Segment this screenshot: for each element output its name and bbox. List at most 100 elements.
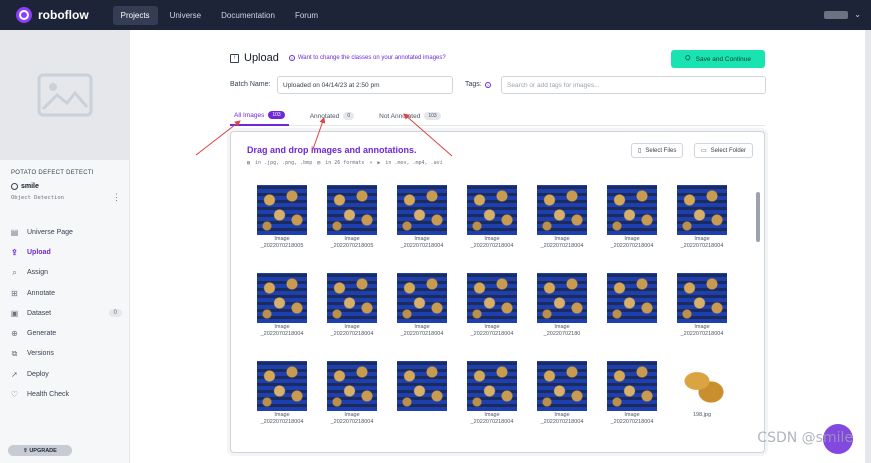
image-caption: Image _2022070218004 [315, 324, 389, 338]
image-caption-line: Image [484, 324, 500, 330]
dataset-count-badge: 0 [108, 309, 122, 318]
project-name: POTATO DEFECT DETECTI [11, 170, 94, 176]
image-caption: Image _2022070218004 [455, 324, 529, 338]
sidebar-item-label: Annotate [27, 289, 56, 297]
image-tile[interactable]: Image _2022070218005 [245, 182, 315, 270]
image-caption-line: _2022070218004 [260, 419, 304, 425]
nav-documentation[interactable]: Documentation [213, 6, 283, 25]
image-caption-line: _2022070218004 [680, 331, 724, 337]
select-files-button[interactable]: ▯ Select Files [631, 143, 684, 158]
image-caption-line: Image [274, 324, 290, 330]
image-caption-line: Image [694, 236, 710, 242]
image-caption-line: Image [554, 412, 570, 418]
image-tile[interactable]: Image _2022070218004 [245, 270, 315, 358]
separator-icon: » [369, 160, 373, 166]
image-caption-line: Image [274, 412, 290, 418]
image-tile[interactable] [385, 358, 455, 446]
image-tile[interactable]: Image _2022070218004 [455, 358, 525, 446]
image-thumbnail [397, 185, 447, 235]
image-caption: Image _2022070218005 [315, 236, 389, 250]
brand[interactable]: roboflow [16, 7, 89, 23]
image-caption-line: _2022070218004 [330, 419, 374, 425]
scrollbar-thumb[interactable] [756, 192, 760, 242]
select-folder-label: Select Folder [710, 147, 747, 154]
tab-not-annotated[interactable]: Not Annotated 103 [375, 106, 445, 126]
image-caption: 198.jpg [665, 412, 739, 419]
image-thumbnail [397, 361, 447, 411]
tab-all-images[interactable]: All Images 103 [230, 106, 289, 126]
nav-universe[interactable]: Universe [162, 6, 210, 25]
image-tile[interactable]: Image _2022070218005 [315, 182, 385, 270]
file-icon: ▯ [638, 148, 642, 154]
image-thumbnail [327, 361, 377, 411]
image-caption-line: Image [484, 412, 500, 418]
image-tile[interactable]: 198.jpg [665, 358, 735, 446]
image-tile[interactable]: Image _2022070218004 [525, 358, 595, 446]
image-tile[interactable]: Image _2022070218004 [245, 358, 315, 446]
image-caption: Image _2022070218004 [385, 324, 459, 338]
image-caption-line: _2022070218004 [470, 419, 514, 425]
image-caption-line: Image [484, 236, 500, 242]
change-classes-link[interactable]: ? Want to change the classes on your ann… [288, 55, 446, 61]
image-caption: Image _2022070218004 [525, 412, 599, 426]
select-files-label: Select Files [645, 147, 677, 154]
image-caption: Image _2022070218004 [315, 412, 389, 426]
image-grid-scroll[interactable]: Image _2022070218005 Image _2022070218005 Im… [245, 182, 755, 450]
image-tile[interactable]: Image _20220702180 [525, 270, 595, 358]
user-menu[interactable]: ⌄ [824, 10, 861, 19]
image-tile[interactable]: Image _2022070218004 [665, 182, 735, 270]
sidebar-item-deploy[interactable]: ➚ Deploy [0, 364, 130, 384]
sidebar-item-assign[interactable]: ⌕ Assign [0, 263, 130, 283]
image-caption: Image _2022070218004 [665, 324, 739, 338]
image-tile[interactable]: Image _2022070218004 [455, 182, 525, 270]
sidebar-item-annotate[interactable]: ⊞ Annotate [0, 283, 130, 303]
image-tile[interactable]: Image _2022070218004 [595, 358, 665, 446]
image-caption-line: _2022070218004 [470, 331, 514, 337]
select-folder-button[interactable]: ▭ Select Folder [694, 143, 754, 158]
image-caption-line: Image [624, 412, 640, 418]
image-caption-line: _2022070218004 [680, 243, 724, 249]
image-tile[interactable]: Image _2022070218004 [665, 270, 735, 358]
page-scrollbar[interactable] [865, 30, 871, 463]
sidebar-item-versions[interactable]: ⧉ Versions [0, 344, 130, 364]
image-tile[interactable]: Image _2022070218004 [525, 182, 595, 270]
image-tile[interactable]: Image _2022070218004 [385, 270, 455, 358]
image-tile[interactable]: Image _2022070218004 [385, 182, 455, 270]
more-options-icon[interactable]: ⋮ [112, 192, 121, 203]
brand-name: roboflow [38, 8, 89, 22]
save-and-continue-button[interactable]: ⛭ Save and Continue [671, 50, 765, 68]
sidebar-item-health-check[interactable]: ♡ Health Check [0, 384, 130, 404]
tags-input[interactable]: Search or add tags for images... [501, 76, 766, 94]
image-caption-line: Image [414, 324, 430, 330]
sidebar-item-dataset[interactable]: ▣ Dataset 0 [0, 303, 130, 323]
image-tile[interactable]: Image _2022070218004 [315, 270, 385, 358]
assign-icon: ⌕ [12, 267, 17, 277]
sidebar-item-label: Versions [27, 350, 54, 358]
tab-annotated[interactable]: Annotated 0 [306, 106, 358, 126]
upgrade-button[interactable]: ⇧ UPGRADE [8, 445, 72, 456]
image-filter-tabs: All Images 103 Annotated 0 Not Annotated… [230, 106, 765, 126]
image-formats: in .jpg, .png, .bmp [255, 160, 313, 166]
nav-forum[interactable]: Forum [287, 6, 326, 25]
nav-projects[interactable]: Projects [112, 5, 158, 25]
sidebar-item-label: Dataset [27, 309, 52, 317]
tab-count: 103 [424, 112, 441, 120]
batch-name-input[interactable]: Uploaded on 04/14/23 at 2:50 pm [277, 76, 453, 94]
image-caption-line: Image [694, 324, 710, 330]
image-tile[interactable]: Image _2022070218004 [455, 270, 525, 358]
tab-label: All Images [234, 111, 265, 119]
page-header: ↑ Upload ? Want to change the classes on… [230, 52, 446, 64]
help-icon[interactable]: ? [484, 81, 491, 88]
sidebar-item-label: Assign [27, 269, 49, 277]
universe-icon: ▤ [10, 227, 19, 237]
image-thumbnail [537, 273, 587, 323]
image-tile[interactable] [595, 270, 665, 358]
image-tile[interactable]: Image _2022070218004 [315, 358, 385, 446]
image-tile[interactable]: Image _2022070218004 [595, 182, 665, 270]
image-thumbnail [327, 273, 377, 323]
sidebar-item-universe-page[interactable]: ▤ Universe Page [0, 222, 130, 242]
sidebar-item-generate[interactable]: ⊕ Generate [0, 323, 130, 343]
project-thumbnail [0, 30, 130, 160]
sidebar-item-upload[interactable]: ⇪ Upload [0, 242, 130, 262]
upload-dropzone[interactable]: Drag and drop images and annotations. ▧ … [230, 131, 765, 453]
